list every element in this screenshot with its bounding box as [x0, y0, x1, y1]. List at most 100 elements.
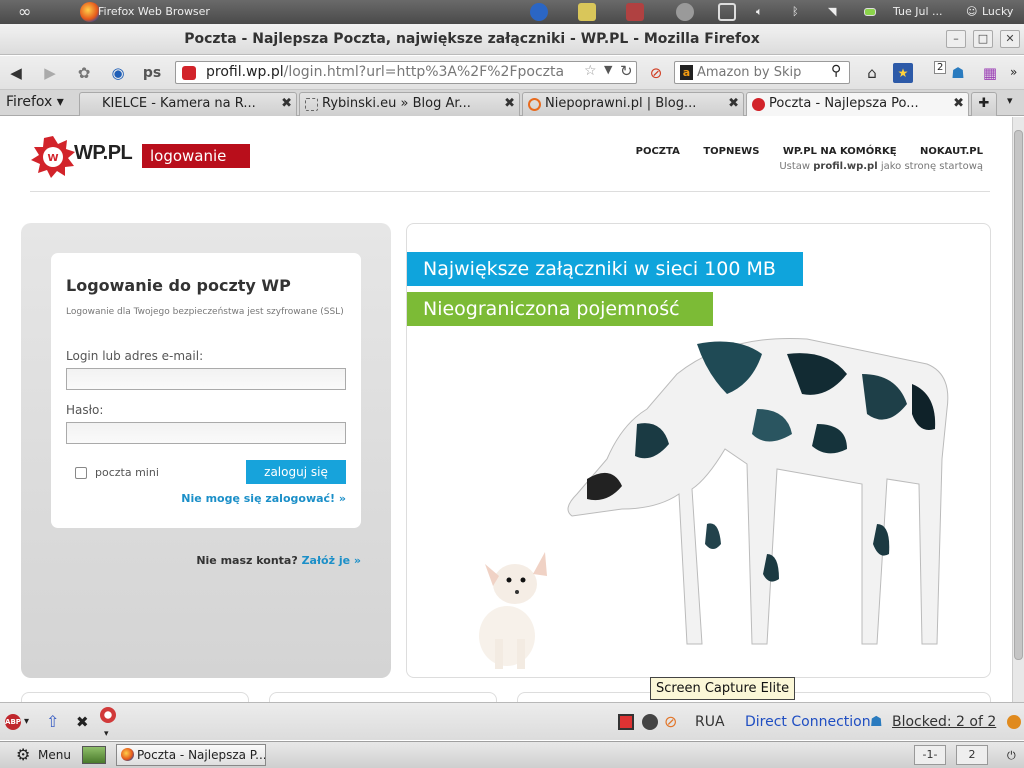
- maximize-button[interactable]: □: [973, 30, 993, 48]
- adblock-stop-icon[interactable]: ⊘: [644, 61, 668, 85]
- scrollbar-thumb[interactable]: [1014, 130, 1023, 660]
- shield-icon[interactable]: [530, 3, 548, 21]
- tab-label: Rybinski.eu » Blog Ar...: [322, 96, 471, 111]
- url-text[interactable]: profil.wp.pl/login.html?url=http%3A%2F%2…: [206, 62, 584, 83]
- sub-panel-2: [269, 692, 497, 702]
- poczta-mini-checkbox[interactable]: [75, 467, 87, 479]
- adblock-plus-icon[interactable]: ABP: [5, 714, 21, 730]
- login-button[interactable]: zaloguj się: [246, 460, 346, 484]
- upload-arrow-icon[interactable]: ⇧: [46, 703, 59, 741]
- url-bar[interactable]: profil.wp.pl/login.html?url=http%3A%2F%2…: [175, 61, 637, 84]
- app-label[interactable]: Firefox Web Browser: [98, 0, 210, 24]
- notification-badge[interactable]: 2: [934, 61, 947, 74]
- battery-icon[interactable]: [864, 8, 876, 16]
- bookmark-star-icon[interactable]: ☆: [584, 63, 597, 79]
- overflow-chevron-icon[interactable]: »: [1010, 65, 1017, 79]
- bookmarks-star-icon[interactable]: ★: [893, 63, 913, 83]
- record-icon[interactable]: [618, 714, 634, 730]
- ghostery-icon[interactable]: ☗: [870, 703, 883, 741]
- tab-close-icon[interactable]: ✖: [281, 93, 292, 115]
- firefox-menu-button[interactable]: Firefox ▾: [6, 94, 64, 110]
- minimize-button[interactable]: –: [946, 30, 966, 48]
- clock[interactable]: Tue Jul ...: [893, 0, 943, 24]
- close-button[interactable]: ✕: [1000, 30, 1020, 48]
- startpage-prefix: Ustaw: [779, 161, 814, 172]
- menu-button[interactable]: Menu: [38, 748, 71, 762]
- logo-text[interactable]: WP.PL: [74, 142, 133, 165]
- home-icon[interactable]: ⌂: [860, 61, 884, 85]
- wp-logo-icon[interactable]: W: [30, 136, 76, 178]
- user-name[interactable]: Lucky: [982, 0, 1013, 24]
- nav-link-topnews[interactable]: TOPNEWS: [703, 146, 759, 157]
- wifi-icon[interactable]: ◥: [828, 0, 836, 24]
- site-favicon-icon: [182, 66, 196, 80]
- ghost-icon[interactable]: ☗: [946, 61, 970, 85]
- tab-close-icon[interactable]: ✖: [953, 93, 964, 115]
- close-x-icon[interactable]: ✖: [76, 703, 89, 741]
- top-navigation: POCZTA TOPNEWS WP.PL NA KOMÓRKĘ NOKAUT.P…: [616, 146, 983, 157]
- nav-link-poczta[interactable]: POCZTA: [636, 146, 680, 157]
- desktop-icon[interactable]: [82, 746, 106, 764]
- tools-icon[interactable]: [626, 3, 644, 21]
- workspace-1[interactable]: -1-: [914, 745, 946, 765]
- amazon-icon[interactable]: a: [680, 65, 693, 80]
- search-input[interactable]: [697, 63, 829, 82]
- back-arrow-icon[interactable]: ◀: [4, 61, 28, 85]
- screen-icon[interactable]: [718, 3, 736, 21]
- ps-icon[interactable]: ps: [140, 61, 164, 85]
- tab-favicon-icon: [85, 98, 98, 111]
- tab-kielce[interactable]: KIELCE - Kamera na R... ✖: [79, 92, 297, 116]
- tab-niepoprawni[interactable]: Niepoprawni.pl | Blog... ✖: [522, 92, 744, 116]
- register-link[interactable]: Załóż je »: [302, 554, 361, 567]
- bluetooth-icon[interactable]: ᛒ: [792, 0, 799, 24]
- addon-status-icon[interactable]: [1007, 715, 1021, 729]
- power-icon[interactable]: ⏻: [1007, 749, 1016, 763]
- wp-favicon-icon: [752, 98, 765, 111]
- proxy-status[interactable]: Direct Connection: [745, 703, 871, 741]
- rua-label[interactable]: RUA: [695, 703, 725, 741]
- reload-icon[interactable]: ↻: [620, 62, 633, 80]
- tab-close-icon[interactable]: ✖: [728, 93, 739, 115]
- no-account-text: Nie masz konta? Załóż je »: [196, 554, 361, 567]
- block-icon[interactable]: ⊘: [664, 703, 677, 741]
- adblock-dropdown-icon[interactable]: ▾: [24, 703, 29, 741]
- no-account-label: Nie masz konta?: [196, 554, 298, 567]
- vertical-scrollbar[interactable]: [1012, 117, 1024, 702]
- tab-rybinski[interactable]: Rybinski.eu » Blog Ar... ✖: [299, 92, 520, 116]
- network-icon[interactable]: [676, 3, 694, 21]
- url-dropdown-icon[interactable]: ▼: [604, 63, 612, 76]
- forward-arrow-icon[interactable]: ▶: [38, 61, 62, 85]
- screen-capture-icon[interactable]: [642, 714, 658, 730]
- firefox-menu-label: Firefox: [6, 94, 53, 110]
- tab-poczta[interactable]: Poczta - Najlepsza Po... ✖: [746, 92, 969, 116]
- workspace-2[interactable]: 2: [956, 745, 988, 765]
- firefox-icon[interactable]: [80, 2, 100, 22]
- search-bar[interactable]: a ⚲: [674, 61, 850, 84]
- nav-link-mobile[interactable]: WP.PL NA KOMÓRKĘ: [783, 146, 897, 157]
- tab-close-icon[interactable]: ✖: [504, 93, 515, 115]
- infinity-icon[interactable]: ∞: [18, 0, 31, 24]
- search-icon[interactable]: ⚲: [831, 63, 841, 79]
- apps-grid-icon[interactable]: ▦: [978, 61, 1002, 85]
- set-startpage-link[interactable]: Ustaw profil.wp.pl jako stronę startową: [779, 161, 983, 172]
- user-icon[interactable]: ☺: [966, 0, 977, 24]
- url-path: /login.html?url=http%3A%2F%2Fpoczta: [283, 64, 565, 80]
- taskbar-window-firefox[interactable]: Poczta - Najlepsza P...: [116, 744, 266, 766]
- ad-banner[interactable]: Największe załączniki w sieci 100 MB Nie…: [406, 223, 991, 678]
- forgot-login-link[interactable]: Nie mogę się zalogować! »: [181, 492, 346, 505]
- login-input[interactable]: [66, 368, 346, 390]
- logowanie-badge: logowanie: [142, 144, 250, 168]
- calendar-icon[interactable]: [578, 3, 596, 21]
- blocked-status[interactable]: Blocked: 2 of 2: [892, 703, 996, 741]
- password-input[interactable]: [66, 422, 346, 444]
- eye-icon[interactable]: ◉: [106, 61, 130, 85]
- tab-list-chevron-icon[interactable]: ▾: [1007, 94, 1013, 107]
- nav-link-nokaut[interactable]: NOKAUT.PL: [920, 146, 983, 157]
- extension-icon[interactable]: ✿: [72, 61, 96, 85]
- navigation-toolbar: ◀ ▶ ✿ ◉ ps profil.wp.pl/login.html?url=h…: [0, 56, 1024, 90]
- volume-icon[interactable]: 🔈︎: [756, 0, 763, 24]
- gear-icon[interactable]: ⚙: [16, 745, 30, 764]
- new-tab-button[interactable]: ✚: [971, 92, 997, 116]
- header-divider: [30, 191, 990, 192]
- startpage-suffix: jako stronę startową: [877, 161, 983, 172]
